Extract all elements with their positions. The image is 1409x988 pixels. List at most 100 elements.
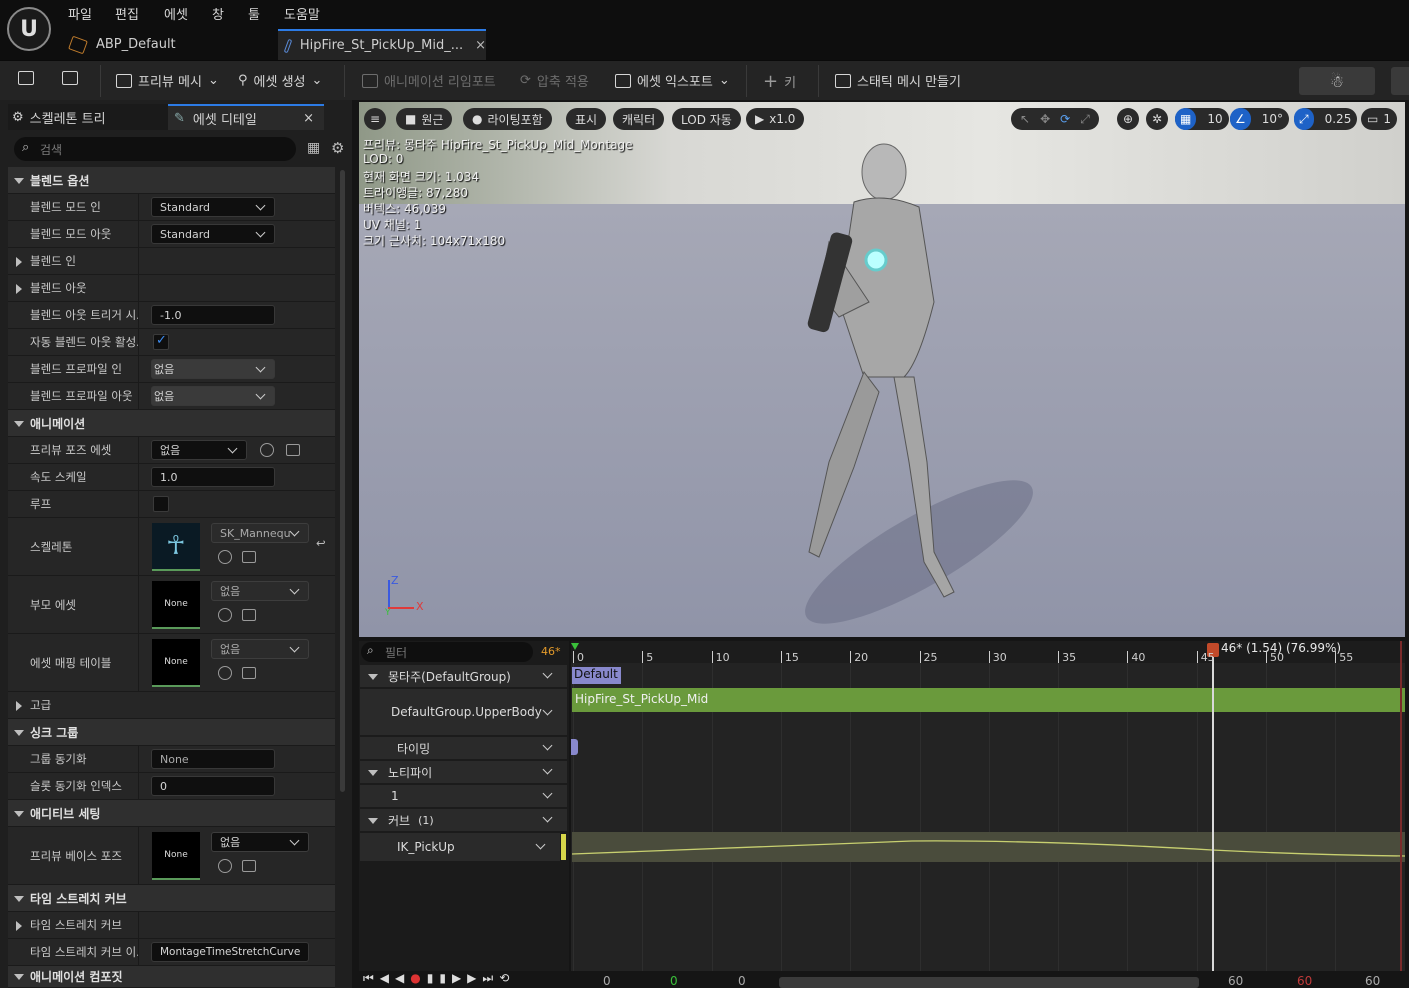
- preview-mesh-button[interactable]: 프리뷰 메시 ⌄: [116, 71, 219, 90]
- details-scrollbar[interactable]: [340, 170, 345, 792]
- base-pose-thumbnail[interactable]: None: [152, 832, 200, 880]
- rate-scale-input[interactable]: 1.0: [151, 467, 275, 487]
- search-input[interactable]: ⌕ 검색: [14, 137, 296, 161]
- chevron-down-icon[interactable]: [542, 764, 553, 775]
- skeleton-mode-button[interactable]: ☃: [1299, 67, 1375, 95]
- menu-tools[interactable]: 툴: [248, 4, 260, 23]
- show-button[interactable]: 표시: [566, 108, 607, 130]
- blend-profile-in-combo[interactable]: 없음: [151, 359, 275, 379]
- reset-arrow-icon[interactable]: ↩: [316, 536, 326, 550]
- chevron-down-icon[interactable]: [542, 812, 553, 823]
- track-ik-pickup[interactable]: IK_PickUp: [360, 833, 560, 861]
- group-sync-input[interactable]: None: [151, 749, 275, 769]
- close-panel-icon[interactable]: ×: [303, 111, 314, 126]
- menu-asset[interactable]: 에셋: [164, 4, 188, 23]
- slot-sync-input[interactable]: 0: [151, 776, 275, 796]
- category-anim-composite[interactable]: 애니메이션 컴포짓: [8, 966, 335, 988]
- browse-icon[interactable]: [242, 551, 256, 563]
- track-timing[interactable]: 타이밍: [360, 737, 567, 759]
- track-slot[interactable]: DefaultGroup.UpperBody: [360, 689, 567, 735]
- select-icon[interactable]: ↖: [1020, 112, 1030, 126]
- category-advanced[interactable]: 고급: [8, 692, 335, 719]
- chevron-down-icon[interactable]: [542, 740, 553, 751]
- browse-icon[interactable]: [242, 609, 256, 621]
- preview-pose-combo[interactable]: 없음: [151, 440, 247, 460]
- lod-button[interactable]: LOD 자동: [672, 108, 741, 130]
- camera-speed-button[interactable]: ▭ 1: [1361, 108, 1397, 130]
- category-blend-options[interactable]: 블렌드 옵션: [8, 167, 335, 194]
- scale-icon[interactable]: ⤢: [1080, 112, 1090, 127]
- parent-asset-combo[interactable]: 없음: [211, 581, 309, 601]
- grid-snap-button[interactable]: ▦ 10: [1175, 108, 1229, 130]
- settings-gear-icon[interactable]: ⚙: [331, 139, 344, 157]
- use-selected-icon[interactable]: [218, 550, 232, 564]
- clip-hipfire[interactable]: HipFire_St_PickUp_Mid: [572, 688, 1405, 712]
- mode-button-partial[interactable]: [1391, 67, 1409, 95]
- browse-button[interactable]: [62, 71, 78, 85]
- menu-file[interactable]: 파일: [68, 4, 92, 23]
- unreal-logo-icon[interactable]: U: [7, 7, 51, 51]
- prop-time-stretch-curve[interactable]: 타임 스트레치 커브: [8, 912, 335, 939]
- menu-help[interactable]: 도움말: [284, 4, 320, 23]
- perspective-button[interactable]: ■ 원근: [396, 108, 453, 130]
- preview-viewport[interactable]: ≡ ■ 원근 ● 라이팅포함 표시 캐릭터 LOD 자동 ▶ x1.0 ↖ ✥ ⟳ ⤢ ⊕ …: [359, 102, 1405, 637]
- auto-blend-out-checkbox[interactable]: ✓: [153, 333, 169, 350]
- blend-in-mode-combo[interactable]: Standard: [151, 197, 275, 217]
- export-asset-button[interactable]: 에셋 익스포트 ⌄: [615, 71, 730, 90]
- category-sync-group[interactable]: 싱크 그룹: [8, 719, 335, 746]
- lighting-button[interactable]: ● 라이팅포함: [463, 108, 552, 130]
- skeleton-combo[interactable]: SK_Mannequ: [211, 523, 309, 543]
- transport-controls[interactable]: ⏮◀◀●▮▮▶▶⏭⟲: [363, 971, 515, 986]
- filter-input[interactable]: ⌕ 필터: [361, 642, 533, 662]
- local-space-button[interactable]: ⊕: [1117, 108, 1140, 130]
- make-static-mesh-button[interactable]: 스태틱 메시 만들기: [835, 71, 961, 90]
- skeleton-thumbnail[interactable]: ☥: [152, 523, 200, 571]
- category-additive-settings[interactable]: 애디티브 세팅: [8, 800, 335, 827]
- prop-blend-out[interactable]: 블렌드 아웃: [8, 275, 335, 302]
- save-button[interactable]: [18, 71, 34, 85]
- angle-snap-button[interactable]: ∠ 10°: [1230, 108, 1290, 130]
- blend-out-trigger-input[interactable]: -1.0: [151, 305, 275, 325]
- tab-abp-default[interactable]: ABP_Default: [62, 29, 274, 60]
- mapping-thumbnail[interactable]: None: [152, 639, 200, 687]
- blend-profile-out-combo[interactable]: 없음: [151, 386, 275, 406]
- tab-montage[interactable]: HipFire_St_PickUp_Mid_... ×: [278, 29, 486, 60]
- use-selected-icon[interactable]: [218, 608, 232, 622]
- timeline-scrollbar[interactable]: [779, 977, 1199, 988]
- stretch-curve-name-input[interactable]: MontageTimeStretchCurve: [151, 942, 309, 962]
- character-button[interactable]: 캐릭터: [613, 108, 665, 130]
- chevron-down-icon[interactable]: [535, 839, 546, 850]
- rotate-icon[interactable]: ⟳: [1060, 112, 1070, 126]
- apply-compression-button[interactable]: ⟳ 압축 적용: [520, 71, 589, 90]
- close-tab-icon[interactable]: ×: [475, 38, 486, 53]
- transform-tools[interactable]: ↖ ✥ ⟳ ⤢: [1011, 108, 1099, 130]
- use-selected-icon[interactable]: [260, 443, 274, 457]
- browse-icon[interactable]: [242, 667, 256, 679]
- track-montage[interactable]: 몽타주(DefaultGroup): [360, 665, 567, 687]
- menu-window[interactable]: 창: [212, 4, 224, 23]
- tab-skeleton-tree[interactable]: ⚙ 스켈레톤 트리: [8, 104, 168, 130]
- curve-lane[interactable]: [571, 832, 1406, 862]
- browse-icon[interactable]: [242, 860, 256, 872]
- base-pose-combo[interactable]: 없음: [211, 832, 309, 852]
- move-icon[interactable]: ✥: [1040, 112, 1050, 126]
- blend-out-mode-combo[interactable]: Standard: [151, 224, 275, 244]
- chevron-down-icon[interactable]: [542, 788, 553, 799]
- tab-asset-details[interactable]: ✎ 에셋 디테일 ×: [168, 104, 324, 130]
- reimport-button[interactable]: 애니메이션 리임포트: [362, 71, 496, 90]
- key-button[interactable]: + 키: [763, 71, 796, 92]
- use-selected-icon[interactable]: [218, 666, 232, 680]
- create-asset-button[interactable]: ⚲ 에셋 생성 ⌄: [238, 71, 322, 90]
- mapping-table-combo[interactable]: 없음: [211, 639, 309, 659]
- chevron-down-icon[interactable]: [542, 705, 553, 716]
- chevron-down-icon[interactable]: [542, 668, 553, 679]
- track-notify[interactable]: 노티파이: [360, 761, 567, 783]
- category-time-stretch[interactable]: 타임 스트레치 커브: [8, 885, 335, 912]
- montage-timeline[interactable]: Default HipFire_St_PickUp_Mid 46* (1.54)…: [571, 641, 1406, 971]
- table-view-icon[interactable]: ▦: [307, 140, 320, 156]
- timing-marker[interactable]: [571, 739, 578, 755]
- track-notify-1[interactable]: 1: [360, 785, 567, 807]
- viewport-menu-button[interactable]: ≡: [364, 108, 386, 130]
- playback-speed-button[interactable]: ▶ x1.0: [746, 108, 805, 130]
- use-selected-icon[interactable]: [218, 859, 232, 873]
